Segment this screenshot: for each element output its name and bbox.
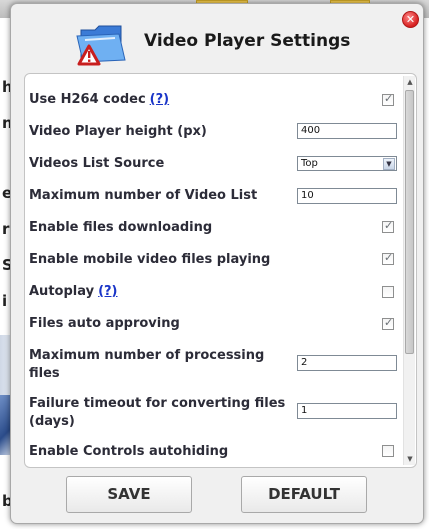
setting-row-player-height: Video Player height (px) 400 — [25, 123, 401, 145]
vertical-scrollbar[interactable]: ▲ ▼ — [403, 76, 415, 465]
settings-panel: Use H264 codec (?) ✓ Video Player height … — [24, 73, 417, 468]
scroll-down-icon[interactable]: ▼ — [404, 453, 416, 465]
setting-label: Failure timeout for converting files (da… — [29, 395, 285, 431]
save-button[interactable]: SAVE — [66, 476, 192, 513]
setting-label: Autoplay (?) — [29, 283, 118, 301]
close-icon[interactable]: ✕ — [402, 11, 419, 28]
max-video-list-input[interactable]: 10 — [297, 188, 397, 204]
setting-row-max-video-list: Maximum number of Video List 10 — [25, 187, 401, 209]
mobile-playing-checkbox[interactable]: ✓ — [382, 251, 394, 265]
max-processing-label-line1: Maximum number of processing — [29, 348, 265, 363]
checkmark-icon: ✓ — [384, 92, 394, 105]
setting-label: Use H264 codec (?) — [29, 91, 169, 109]
settings-list: Use H264 codec (?) ✓ Video Player height … — [25, 74, 401, 467]
h264-label: Use H264 codec — [29, 92, 146, 107]
dialog-title: Video Player Settings — [144, 31, 351, 51]
setting-row-auto-approving: Files auto approving ✓ — [25, 315, 401, 337]
h264-help-link[interactable]: (?) — [150, 92, 169, 107]
checkmark-icon: ✓ — [384, 219, 394, 232]
setting-row-h264: Use H264 codec (?) ✓ — [25, 91, 401, 113]
checkmark-icon: ✓ — [384, 316, 394, 329]
folder-warning-icon — [76, 25, 126, 66]
scroll-up-icon[interactable]: ▲ — [404, 76, 416, 88]
auto-approving-label: Files auto approving — [29, 316, 180, 331]
setting-row-failure-timeout: Failure timeout for converting files (da… — [25, 395, 401, 433]
failure-timeout-input[interactable]: 1 — [297, 403, 397, 419]
player-height-label: Video Player height (px) — [29, 124, 207, 139]
files-downloading-checkbox[interactable]: ✓ — [382, 219, 394, 233]
failure-timeout-label-line2: (days) — [29, 414, 75, 429]
controls-autohiding-label: Enable Controls autohiding — [29, 444, 229, 459]
background-text: r — [2, 220, 10, 238]
autoplay-help-link[interactable]: (?) — [98, 284, 117, 299]
max-processing-input[interactable]: 2 — [297, 355, 397, 371]
setting-row-files-downloading: Enable files downloading ✓ — [25, 219, 401, 241]
list-source-label: Videos List Source — [29, 156, 165, 171]
failure-timeout-label-line1: Failure timeout for converting files — [29, 396, 286, 411]
files-downloading-label: Enable files downloading — [29, 220, 213, 235]
player-height-input[interactable]: 400 — [297, 123, 397, 139]
controls-autohiding-checkbox[interactable] — [382, 445, 394, 457]
max-processing-label-line2: files — [29, 366, 60, 381]
max-video-list-label: Maximum number of Video List — [29, 188, 258, 203]
chevron-down-icon[interactable]: ▼ — [383, 158, 395, 170]
checkmark-icon: ✓ — [384, 251, 394, 264]
autoplay-label: Autoplay — [29, 284, 95, 299]
auto-approving-checkbox[interactable]: ✓ — [382, 316, 394, 330]
list-source-selected: Top — [301, 158, 318, 169]
video-player-settings-dialog: ✕ Video Player Settings Use H264 codec (?… — [10, 3, 424, 524]
autoplay-checkbox[interactable] — [382, 286, 394, 298]
default-button[interactable]: DEFAULT — [241, 476, 367, 513]
setting-label: Maximum number of processing files — [29, 347, 264, 383]
background-text: i — [2, 292, 8, 310]
setting-row-autoplay: Autoplay (?) — [25, 283, 401, 305]
setting-row-controls-autohiding: Enable Controls autohiding — [25, 443, 401, 465]
h264-checkbox[interactable]: ✓ — [382, 92, 394, 106]
mobile-playing-label: Enable mobile video files playing — [29, 252, 271, 267]
setting-row-list-source: Videos List Source Top ▼ — [25, 155, 401, 177]
setting-row-max-processing: Maximum number of processing files 2 — [25, 347, 401, 385]
list-source-select[interactable]: Top ▼ — [297, 156, 397, 171]
setting-row-mobile-playing: Enable mobile video files playing ✓ — [25, 251, 401, 273]
scrollbar-thumb[interactable] — [405, 90, 414, 354]
